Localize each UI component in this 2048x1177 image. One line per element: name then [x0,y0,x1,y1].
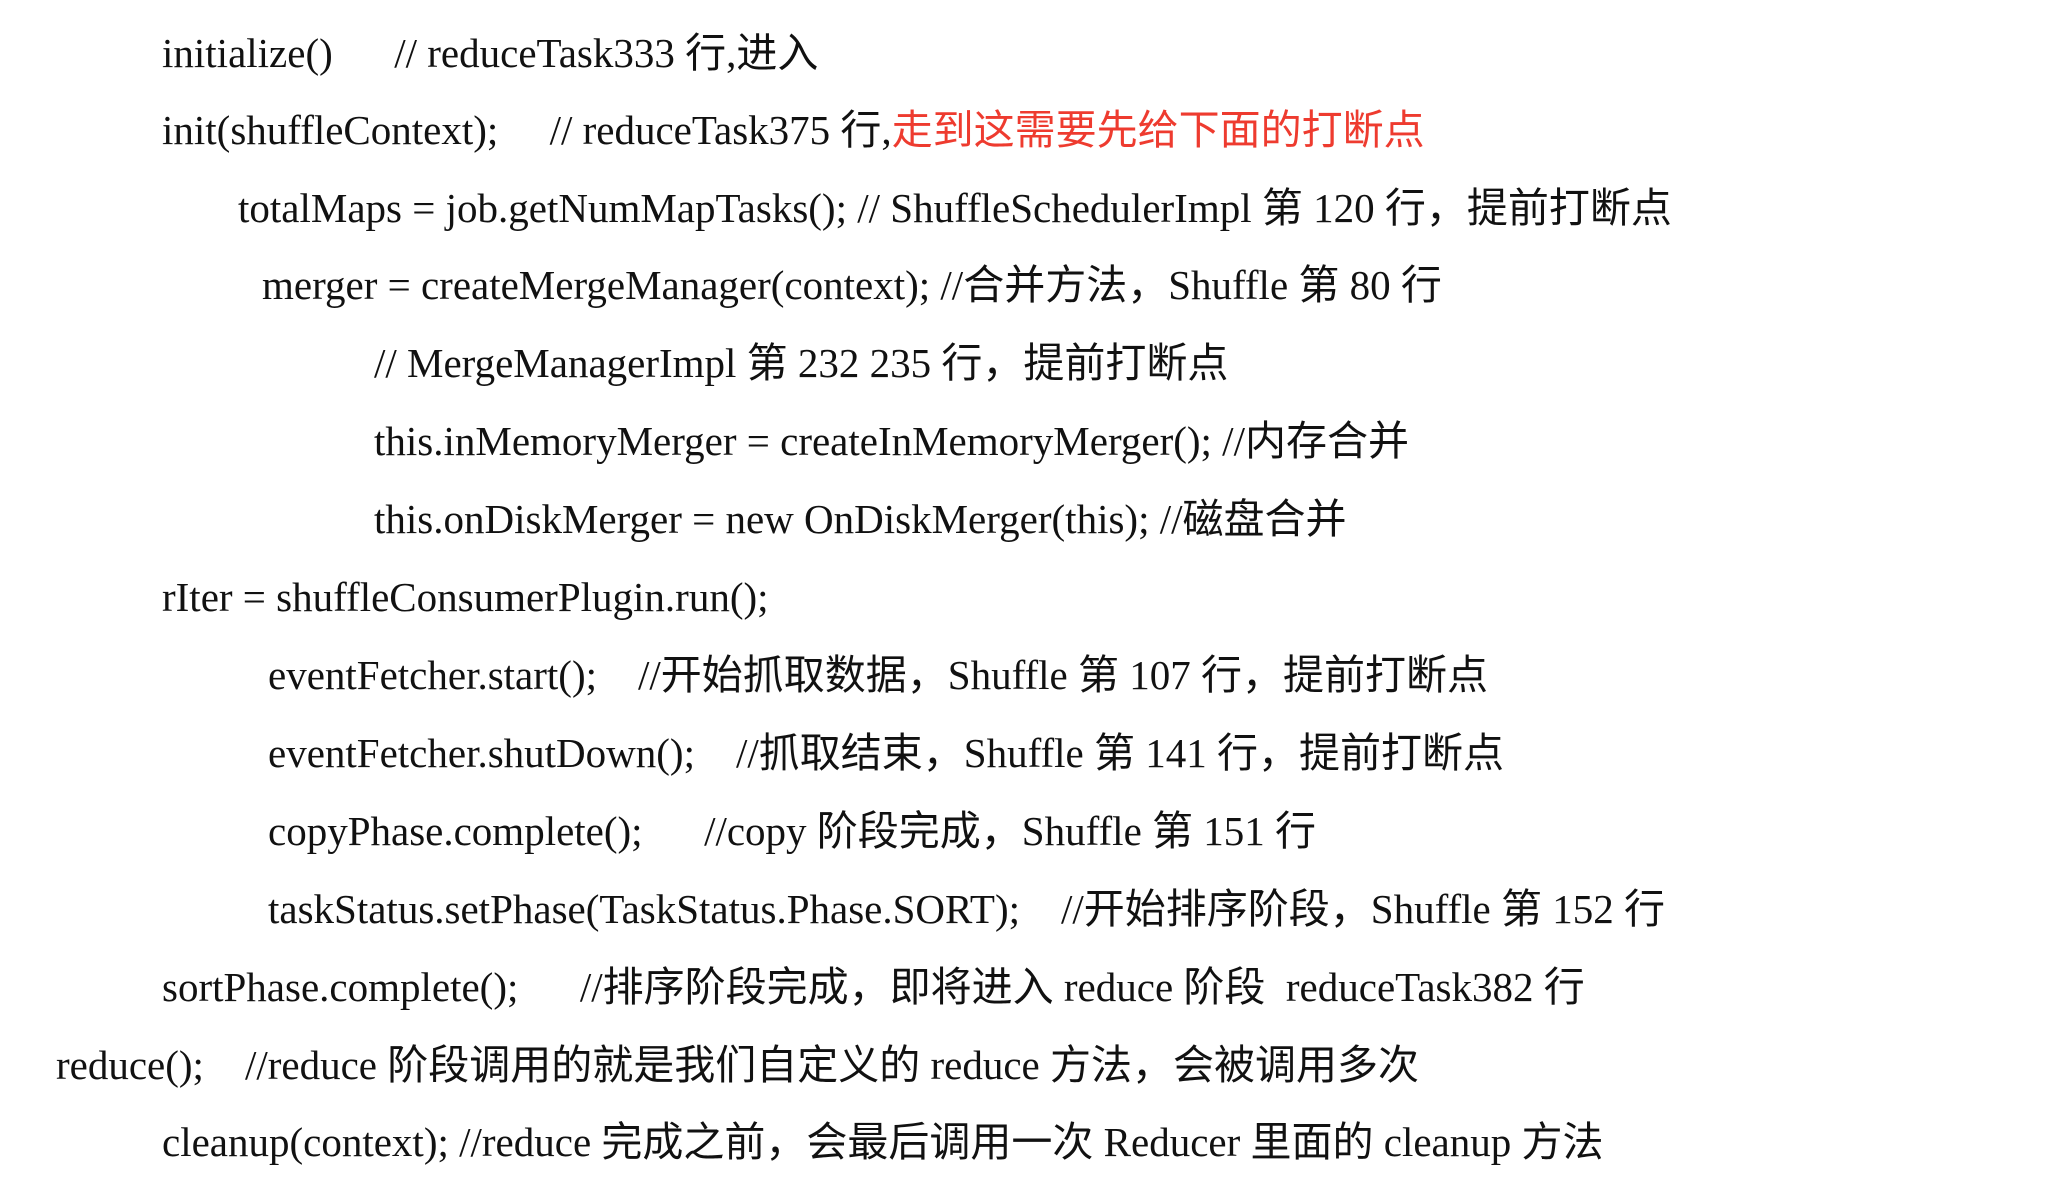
code-text: initialize() [162,30,333,76]
code-text: copyPhase.complete(); [268,808,643,854]
comment-text: //内存合并 [1222,418,1409,464]
comment-text: //开始排序阶段，Shuffle 第 152 行 [1061,886,1665,932]
code-text: reduce(); [56,1042,204,1088]
code-text: merger = createMergeManager(context); [262,262,931,308]
comment-text: // reduceTask375 行, [549,107,892,153]
comment-text: // reduceTask333 行,进入 [394,30,819,76]
code-line-initialize: initialize() // reduceTask333 行,进入 [162,18,818,88]
comment-text: // ShuffleSchedulerImpl 第 120 行，提前打断点 [857,185,1672,231]
code-text: init(shuffleContext); [162,107,499,153]
code-line-ondiskmerger: this.onDiskMerger = new OnDiskMerger(thi… [374,484,1347,554]
code-text: this.inMemoryMerger = createInMemoryMerg… [374,418,1212,464]
code-text: taskStatus.setPhase(TaskStatus.Phase.SOR… [268,886,1020,932]
code-text: eventFetcher.shutDown(); [268,730,695,776]
comment-text: // MergeManagerImpl 第 232 235 行，提前打断点 [374,340,1229,386]
code-text: this.onDiskMerger = new OnDiskMerger(thi… [374,496,1150,542]
code-line-riter: rIter = shuffleConsumerPlugin.run(); [162,562,769,632]
code-line-inmemorymerger: this.inMemoryMerger = createInMemoryMerg… [374,406,1409,476]
code-text: eventFetcher.start(); [268,652,598,698]
comment-text: //copy 阶段完成，Shuffle 第 151 行 [704,808,1317,854]
code-text: totalMaps = job.getNumMapTasks(); [238,185,847,231]
code-line-cleanup: cleanup(context); //reduce 完成之前，会最后调用一次 … [162,1107,1603,1177]
comment-text: //排序阶段完成，即将进入 reduce 阶段 reduceTask382 行 [579,964,1585,1010]
code-line-merger: merger = createMergeManager(context); //… [262,250,1442,320]
code-line-reduce: reduce(); //reduce 阶段调用的就是我们自定义的 reduce … [56,1030,1419,1100]
comment-text: //合并方法，Shuffle 第 80 行 [940,262,1442,308]
comment-text: //抓取结束，Shuffle 第 141 行，提前打断点 [735,730,1504,776]
highlight-text: 走到这需要先给下面的打断点 [891,107,1425,153]
code-line-mergemanagerimpl-comment: // MergeManagerImpl 第 232 235 行，提前打断点 [374,328,1228,398]
code-line-copyphase: copyPhase.complete(); //copy 阶段完成，Shuffl… [268,796,1316,866]
code-text: sortPhase.complete(); [162,964,519,1010]
code-line-setphase: taskStatus.setPhase(TaskStatus.Phase.SOR… [268,874,1665,944]
code-line-eventfetcher-start: eventFetcher.start(); //开始抓取数据，Shuffle 第… [268,640,1488,710]
comment-text: //开始抓取数据，Shuffle 第 107 行，提前打断点 [638,652,1489,698]
code-text: rIter = shuffleConsumerPlugin.run(); [162,574,769,620]
comment-text: //reduce 阶段调用的就是我们自定义的 reduce 方法，会被调用多次 [244,1042,1419,1088]
comment-text: //reduce 完成之前，会最后调用一次 Reducer 里面的 cleanu… [459,1119,1604,1165]
code-line-eventfetcher-shutdown: eventFetcher.shutDown(); //抓取结束，Shuffle … [268,718,1504,788]
code-text: cleanup(context); [162,1119,449,1165]
comment-text: //磁盘合并 [1159,496,1347,542]
code-line-sortphase: sortPhase.complete(); //排序阶段完成，即将进入 redu… [162,952,1585,1022]
code-line-init: init(shuffleContext); // reduceTask375 行… [162,95,1425,165]
code-line-totalmaps: totalMaps = job.getNumMapTasks(); // Shu… [238,173,1672,243]
